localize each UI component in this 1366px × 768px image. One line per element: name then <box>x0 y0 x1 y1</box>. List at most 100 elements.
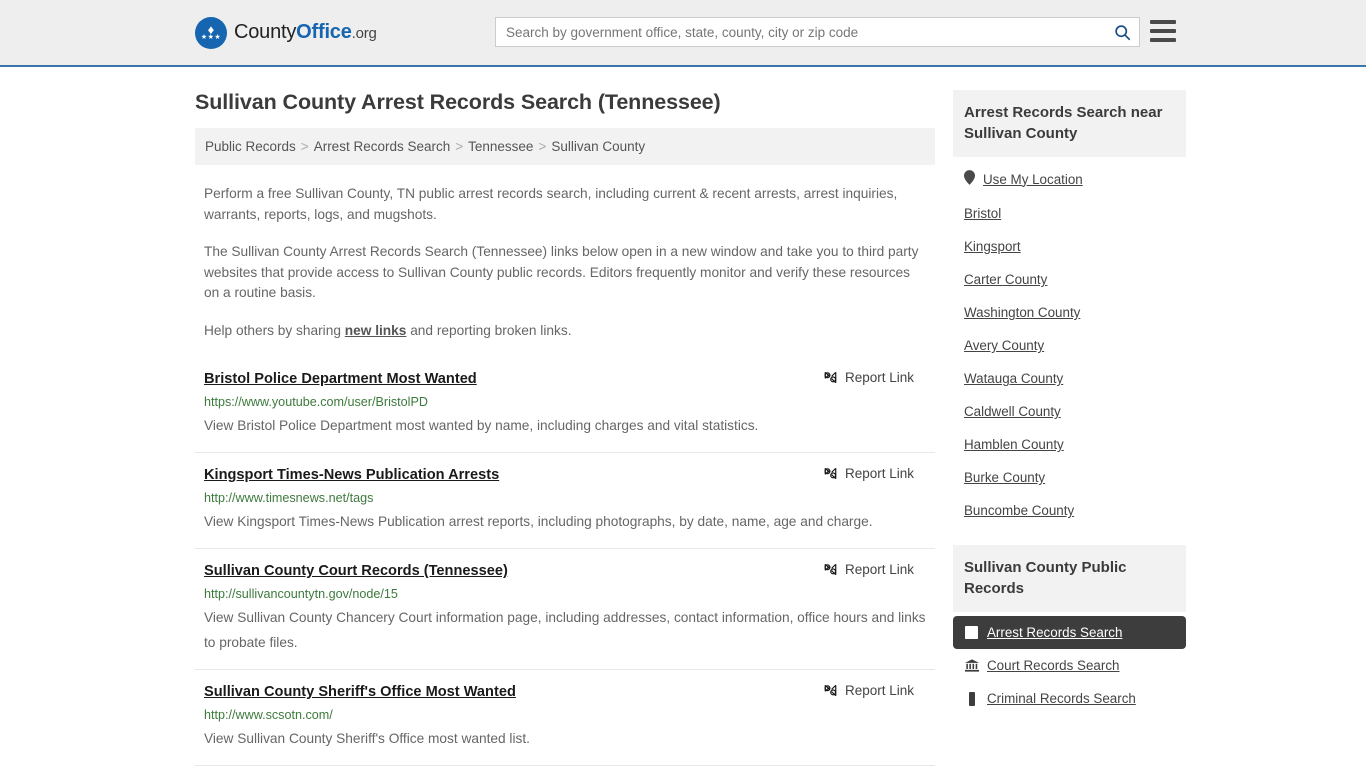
broken-link-icon <box>824 467 837 480</box>
hamburger-bar-2 <box>1150 29 1176 33</box>
sidebar-item-use-my-location[interactable]: Use My Location <box>953 161 1186 197</box>
search-bar <box>495 17 1140 47</box>
report-link-button[interactable]: Report Link <box>823 683 926 698</box>
sidebar-item-buncombe-county[interactable]: Buncombe County <box>953 494 1186 527</box>
breadcrumb: Public Records > Arrest Records Search > Ten… <box>195 128 935 165</box>
result-description: View Sullivan County Chancery Court info… <box>204 610 926 650</box>
fingerprint-card-icon <box>964 626 979 639</box>
broken-link-icon <box>824 563 837 576</box>
sidebar-item-label: Use My Location <box>983 171 1083 187</box>
breadcrumb-item-3[interactable]: Sullivan County <box>551 139 645 154</box>
result-url: http://www.scsotn.com/ <box>204 708 333 722</box>
sidebar-item-label: Avery County <box>964 338 1045 353</box>
hamburger-menu-button[interactable] <box>1150 20 1176 42</box>
result-header: Sullivan County Sheriff's Office Most Wa… <box>204 683 926 702</box>
result-row: Bristol Police Department Most Wanted Re… <box>195 357 935 452</box>
intro-paragraph-1: Perform a free Sullivan County, TN publi… <box>204 186 898 222</box>
sidebar-item-label: Burke County <box>964 470 1046 485</box>
sidebar-item-carter-county[interactable]: Carter County <box>953 263 1186 296</box>
sidebar-item-avery-county[interactable]: Avery County <box>953 329 1186 362</box>
report-link-label: Report Link <box>844 466 914 481</box>
sidebar-item-court-records-search[interactable]: Court Records Search <box>953 649 1186 682</box>
breadcrumb-sep-1: > <box>455 139 464 154</box>
result-header: Kingsport Times-News Publication Arrests… <box>204 466 926 485</box>
result-header: Sullivan County Court Records (Tennessee… <box>204 562 926 581</box>
result-row: Sullivan County Sheriff's Office Most Wa… <box>195 669 935 765</box>
public-records-panel: Sullivan County Public Records Arrest Re… <box>953 545 1186 715</box>
site-logo[interactable]: ♦ ★★★ CountyOffice.org <box>195 16 377 49</box>
nearby-panel-title: Arrest Records Search near Sullivan Coun… <box>953 90 1186 157</box>
search-button[interactable] <box>1105 18 1139 46</box>
sidebar-item-label: Caldwell County <box>964 404 1061 419</box>
breadcrumb-sep-0: > <box>300 139 309 154</box>
county-office-emblem-icon: ♦ ★★★ <box>195 16 227 49</box>
sidebar-item-watauga-county[interactable]: Watauga County <box>953 362 1186 395</box>
result-title-link[interactable]: Sullivan County Court Records (Tennessee… <box>204 562 508 581</box>
hamburger-bar-1 <box>1150 20 1176 24</box>
sidebar-item-kingsport[interactable]: Kingsport <box>953 230 1186 263</box>
sidebar-item-washington-county[interactable]: Washington County <box>953 296 1186 329</box>
intro-text: Perform a free Sullivan County, TN publi… <box>195 184 935 341</box>
result-title-link[interactable]: Kingsport Times-News Publication Arrests <box>204 466 499 485</box>
document-icon <box>964 691 979 706</box>
broken-link-icon <box>824 371 837 384</box>
result-row: Sullivan County Court Records (Tennessee… <box>195 548 935 669</box>
nearby-searches-panel: Arrest Records Search near Sullivan Coun… <box>953 90 1186 527</box>
page-container: Sullivan County Arrest Records Search (T… <box>0 67 1366 768</box>
result-description: View Bristol Police Department most want… <box>204 418 759 433</box>
result-description: View Sullivan County Sheriff's Office mo… <box>204 731 530 746</box>
sidebar-item-label: Court Records Search <box>987 658 1120 673</box>
result-title-link[interactable]: Sullivan County Sheriff's Office Most Wa… <box>204 683 516 702</box>
logo-office-text: Office <box>296 21 352 43</box>
result-url: http://sullivancountytn.gov/node/15 <box>204 587 398 601</box>
sidebar-item-arrest-records-search[interactable]: Arrest Records Search <box>953 616 1186 649</box>
courthouse-icon <box>964 659 979 672</box>
sidebar-item-burke-county[interactable]: Burke County <box>953 461 1186 494</box>
broken-link-icon <box>824 684 837 697</box>
report-link-label: Report Link <box>844 683 914 698</box>
site-header: ♦ ★★★ CountyOffice.org <box>0 0 1366 67</box>
sidebar-item-criminal-records-search[interactable]: Criminal Records Search <box>953 682 1186 715</box>
sidebar-item-label: Watauga County <box>964 371 1064 386</box>
page-title: Sullivan County Arrest Records Search (T… <box>195 90 721 114</box>
intro-p3-after: and reporting broken links. <box>406 322 572 338</box>
new-links-link[interactable]: new links <box>345 323 407 338</box>
result-url: http://www.timesnews.net/tags <box>204 491 374 505</box>
records-panel-list: Arrest Records Search Court Records Sear… <box>953 612 1186 715</box>
intro-p3-before: Help others by sharing <box>204 322 345 338</box>
records-panel-title: Sullivan County Public Records <box>953 545 1186 612</box>
breadcrumb-item-1[interactable]: Arrest Records Search <box>314 139 451 154</box>
result-row: Kingsport Times-News Publication Arrests… <box>195 452 935 548</box>
sidebar-item-label: Bristol <box>964 206 1002 221</box>
intro-paragraph-3: Help others by sharing new links and rep… <box>195 321 935 342</box>
sidebar-item-label: Hamblen County <box>964 437 1064 452</box>
search-input[interactable] <box>496 18 1105 46</box>
nearby-panel-list: Use My Location Bristol Kingsport Carter… <box>953 157 1186 527</box>
report-link-button[interactable]: Report Link <box>823 370 926 385</box>
report-link-label: Report Link <box>844 370 914 385</box>
logo-wordmark: CountyOffice.org <box>234 21 377 44</box>
search-icon <box>1114 24 1130 40</box>
sidebar-item-hamblen-county[interactable]: Hamblen County <box>953 428 1186 461</box>
sidebar-item-caldwell-county[interactable]: Caldwell County <box>953 395 1186 428</box>
report-link-label: Report Link <box>844 562 914 577</box>
map-pin-icon <box>964 170 975 188</box>
result-title-link[interactable]: Bristol Police Department Most Wanted <box>204 370 477 389</box>
hamburger-bar-3 <box>1150 38 1176 42</box>
breadcrumb-item-0[interactable]: Public Records <box>205 139 296 154</box>
result-description: View Kingsport Times-News Publication ar… <box>204 514 873 529</box>
report-link-button[interactable]: Report Link <box>823 466 926 481</box>
report-link-button[interactable]: Report Link <box>823 562 926 577</box>
breadcrumb-item-2[interactable]: Tennessee <box>468 139 533 154</box>
breadcrumb-sep-2: > <box>538 139 547 154</box>
result-header: Bristol Police Department Most Wanted Re… <box>204 370 926 389</box>
logo-org-text: .org <box>351 25 377 42</box>
stars-icon: ★★★ <box>200 34 222 41</box>
sidebar-item-label: Kingsport <box>964 239 1021 254</box>
intro-paragraph-2: The Sullivan County Arrest Records Searc… <box>204 244 919 300</box>
sidebar: Arrest Records Search near Sullivan Coun… <box>953 67 1186 733</box>
result-url: https://www.youtube.com/user/BristolPD <box>204 395 428 409</box>
sidebar-item-label: Carter County <box>964 272 1048 287</box>
results-list: Bristol Police Department Most Wanted Re… <box>195 357 935 768</box>
sidebar-item-bristol[interactable]: Bristol <box>953 197 1186 230</box>
